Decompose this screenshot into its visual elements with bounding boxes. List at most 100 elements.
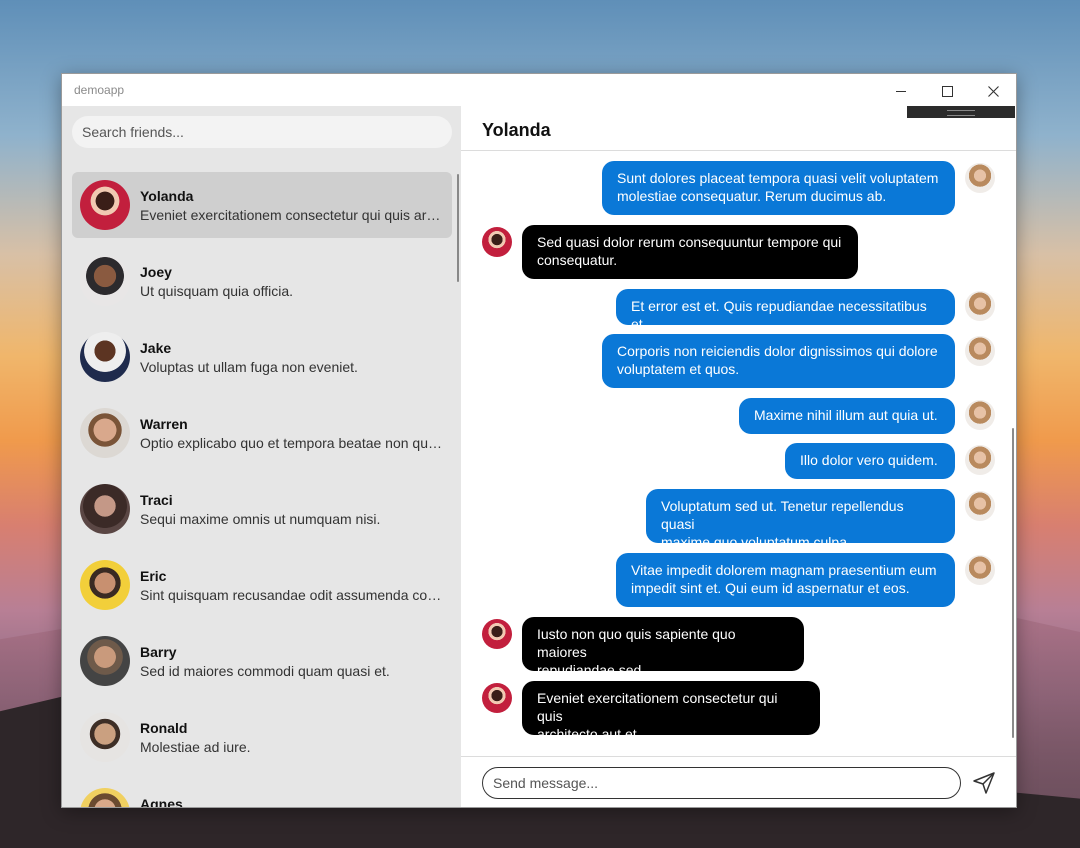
avatar: [965, 555, 995, 585]
message-text: Sed quasi dolor rerum consequuntur tempo…: [537, 234, 842, 250]
avatar: [80, 636, 130, 686]
friend-name: Ronald: [140, 720, 188, 736]
avatar: [965, 336, 995, 366]
message-text: architecto aut et.: [537, 726, 641, 742]
message-row: Vitae impedit dolorem magnam praesentium…: [461, 553, 1016, 609]
message-bubble-outgoing: Et error est et. Quis repudiandae necess…: [616, 289, 955, 332]
chat-contact-name: Yolanda: [482, 120, 551, 140]
drag-grip-icon: [947, 110, 975, 116]
message-row: Sunt dolores placeat tempora quasi velit…: [461, 161, 1016, 217]
friends-sidebar: Yolanda Eveniet exercitationem consectet…: [62, 106, 461, 807]
message-text: Sunt dolores placeat tempora quasi velit…: [617, 170, 939, 186]
message-text: molestiae consequatur. Rerum ducimus ab.: [617, 188, 887, 204]
avatar: [965, 445, 995, 475]
friend-item-eric[interactable]: Eric Sint quisquam recusandae odit assum…: [72, 552, 452, 618]
message-row: Sed quasi dolor rerum consequuntur tempo…: [461, 225, 1016, 281]
avatar: [80, 712, 130, 762]
message-bubble-outgoing: Maxime nihil illum aut quia ut.: [739, 398, 955, 434]
avatar: [80, 788, 130, 807]
message-bubble-incoming: Iusto non quo quis sapiente quo maiores …: [522, 617, 804, 678]
avatar: [482, 683, 512, 713]
friend-name: Traci: [140, 492, 173, 508]
message-row: Eveniet exercitationem consectetur qui q…: [461, 681, 1016, 742]
message-row: Illo dolor vero quidem.: [461, 443, 1016, 479]
message-text: consequatur.: [537, 252, 618, 268]
friend-name: Warren: [140, 416, 188, 432]
friend-last-message: Sed id maiores commodi quam quasi et.: [140, 663, 390, 679]
chat-scrollbar[interactable]: [1012, 428, 1014, 738]
app-window: demoapp Yolanda Eveniet exercitationem c…: [61, 73, 1017, 808]
message-text: impedit sint et. Qui eum id aspernatur e…: [631, 580, 910, 596]
avatar: [965, 400, 995, 430]
avatar: [80, 332, 130, 382]
avatar: [80, 256, 130, 306]
friend-last-message: Eveniet exercitationem consectetur qui q…: [140, 207, 444, 223]
send-button[interactable]: [969, 768, 999, 798]
friend-item-yolanda[interactable]: Yolanda Eveniet exercitationem consectet…: [72, 172, 452, 238]
message-row: Et error est et. Quis repudiandae necess…: [461, 289, 1016, 332]
message-composer: [461, 756, 1016, 807]
friend-item-joey[interactable]: Joey Ut quisquam quia officia.: [72, 248, 452, 314]
friend-item-jake[interactable]: Jake Voluptas ut ullam fuga non eveniet.: [72, 324, 452, 390]
message-bubble-outgoing: Sunt dolores placeat tempora quasi velit…: [602, 161, 955, 215]
friend-last-message: Ut quisquam quia officia.: [140, 283, 294, 299]
message-bubble-incoming: Sed quasi dolor rerum consequuntur tempo…: [522, 225, 858, 279]
maximize-button[interactable]: [924, 74, 970, 106]
title-bar[interactable]: demoapp: [62, 74, 1016, 106]
friend-item-warren[interactable]: Warren Optio explicabo quo et tempora be…: [72, 400, 452, 466]
message-bubble-incoming: Eveniet exercitationem consectetur qui q…: [522, 681, 820, 742]
friend-name: Joey: [140, 264, 172, 280]
message-text: Corporis non reiciendis dolor dignissimo…: [617, 343, 938, 359]
avatar: [482, 227, 512, 257]
message-bubble-outgoing: Vitae impedit dolorem magnam praesentium…: [616, 553, 955, 607]
friend-item-agnes[interactable]: Agnes: [72, 780, 452, 807]
avatar: [80, 484, 130, 534]
message-text: voluptatem et quos.: [617, 361, 740, 377]
friend-last-message: Sequi maxime omnis ut numquam nisi.: [140, 511, 381, 527]
friend-name: Eric: [140, 568, 167, 584]
message-text: Et error est et. Quis repudiandae necess…: [631, 298, 927, 332]
friend-name: Barry: [140, 644, 177, 660]
message-input[interactable]: [482, 767, 961, 799]
message-text: Voluptatum sed ut. Tenetur repellendus q…: [661, 498, 904, 532]
chat-panel: Yolanda Sunt dolores placeat tempora qua…: [461, 106, 1016, 807]
message-text: Vitae impedit dolorem magnam praesentium…: [631, 562, 937, 578]
friend-item-barry[interactable]: Barry Sed id maiores commodi quam quasi …: [72, 628, 452, 694]
message-text: Eveniet exercitationem consectetur qui q…: [537, 690, 778, 724]
friend-item-ronald[interactable]: Ronald Molestiae ad iure.: [72, 704, 452, 770]
minimize-icon: [896, 90, 906, 92]
message-row: Maxime nihil illum aut quia ut.: [461, 398, 1016, 434]
friend-name: Agnes: [140, 796, 183, 807]
friend-name: Yolanda: [140, 188, 194, 204]
close-button[interactable]: [970, 74, 1016, 106]
message-row: Voluptatum sed ut. Tenetur repellendus q…: [461, 489, 1016, 550]
friend-last-message: Sint quisquam recusandae odit assumenda …: [140, 587, 444, 603]
search-friends-input[interactable]: [72, 116, 452, 148]
friend-item-traci[interactable]: Traci Sequi maxime omnis ut numquam nisi…: [72, 476, 452, 542]
send-icon: [973, 772, 995, 794]
avatar: [965, 163, 995, 193]
message-list: Sunt dolores placeat tempora quasi velit…: [461, 151, 1016, 756]
message-bubble-outgoing: Voluptatum sed ut. Tenetur repellendus q…: [646, 489, 955, 550]
message-text: repudiandae sed.: [537, 662, 646, 678]
avatar: [965, 491, 995, 521]
friend-name: Jake: [140, 340, 172, 356]
friend-last-message: Molestiae ad iure.: [140, 739, 251, 755]
friend-last-message: Optio explicabo quo et tempora beatae no…: [140, 435, 444, 451]
drag-handle[interactable]: [907, 106, 1015, 118]
message-text: maxime quo voluptatum culpa.: [661, 534, 851, 550]
avatar: [80, 180, 130, 230]
maximize-icon: [941, 85, 953, 97]
avatar: [80, 408, 130, 458]
message-text: Illo dolor vero quidem.: [800, 452, 938, 468]
message-row: Iusto non quo quis sapiente quo maiores …: [461, 617, 1016, 678]
avatar: [482, 619, 512, 649]
message-text: Iusto non quo quis sapiente quo maiores: [537, 626, 736, 660]
message-row: Corporis non reiciendis dolor dignissimo…: [461, 334, 1016, 390]
sidebar-scrollbar[interactable]: [457, 174, 459, 282]
friend-last-message: Voluptas ut ullam fuga non eveniet.: [140, 359, 358, 375]
minimize-button[interactable]: [878, 74, 924, 106]
close-icon: [987, 85, 999, 97]
message-text: Maxime nihil illum aut quia ut.: [754, 407, 938, 423]
message-bubble-outgoing: Illo dolor vero quidem.: [785, 443, 955, 479]
